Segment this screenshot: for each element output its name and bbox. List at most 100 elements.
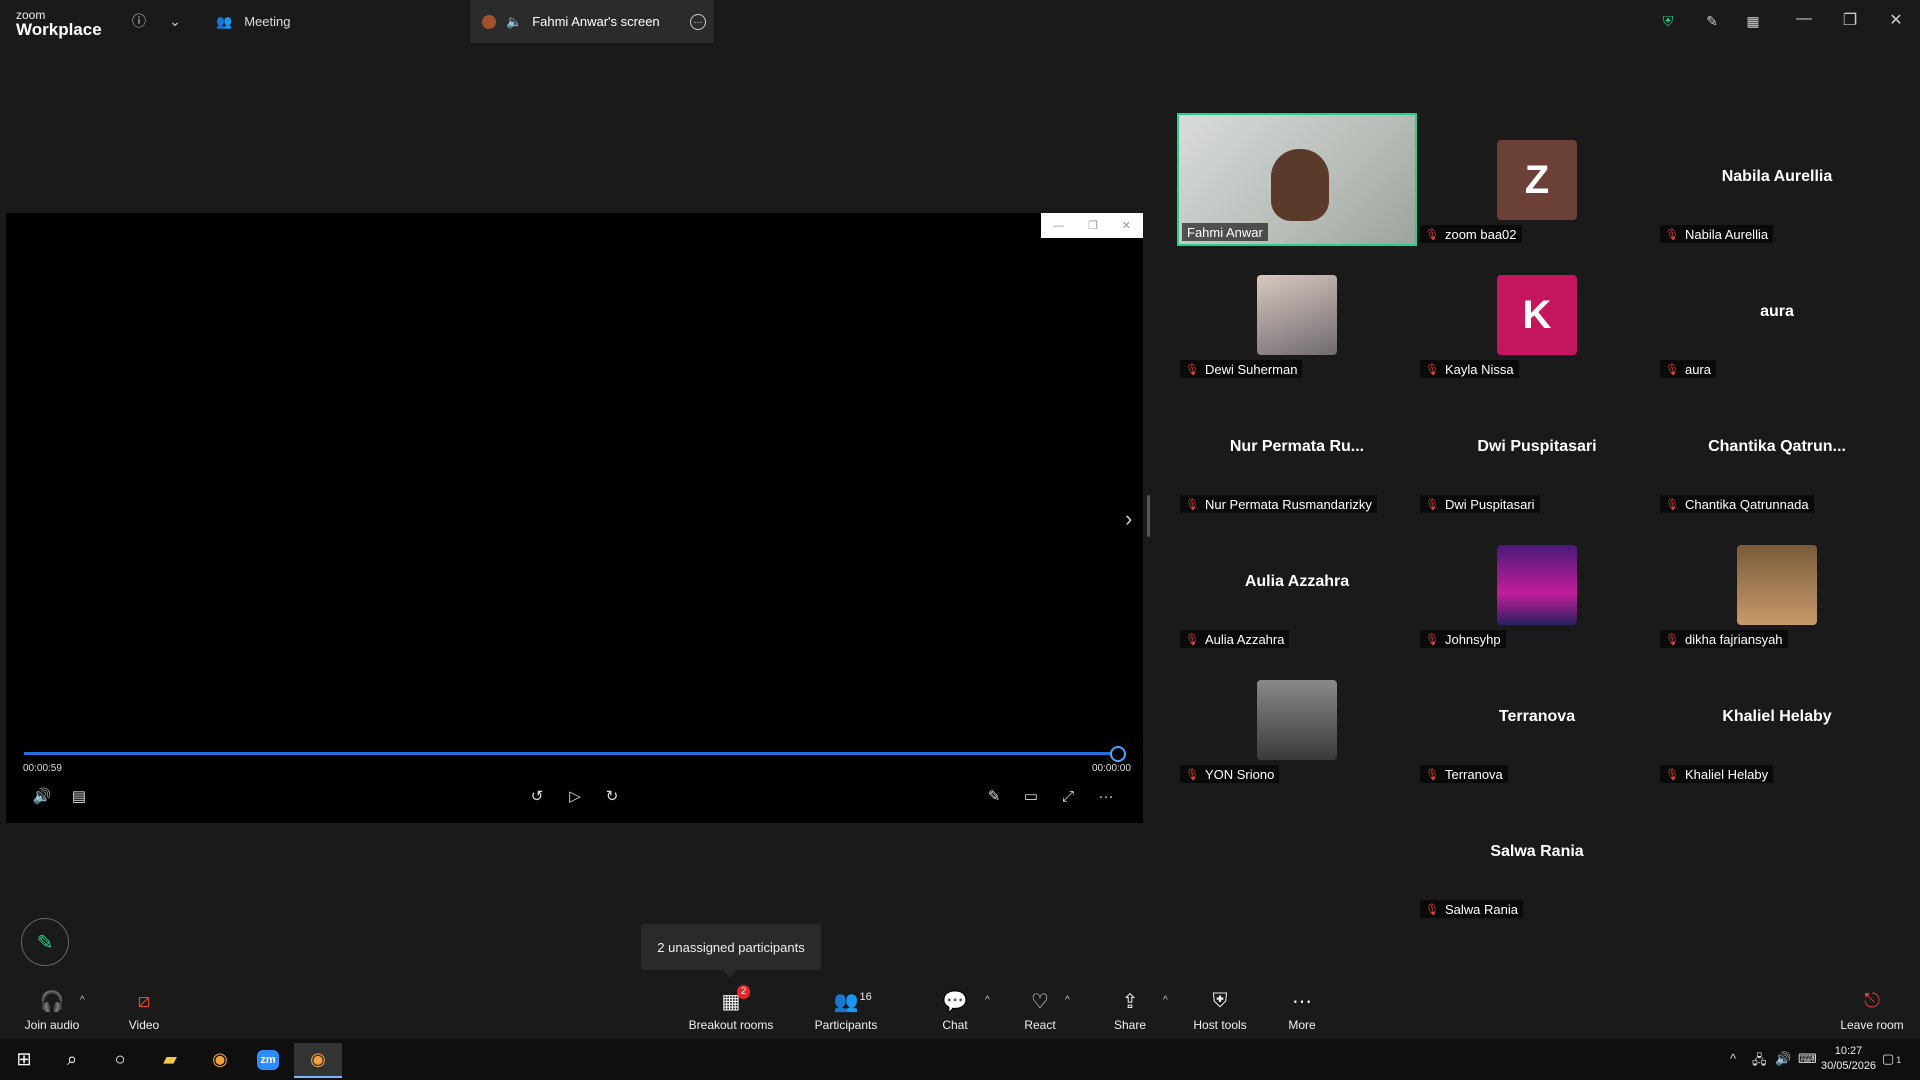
participant-tile[interactable]: Salwa Rania 🎙 Salwa Rania	[1417, 788, 1657, 921]
share-options-chevron-icon[interactable]: ^	[1163, 995, 1168, 1006]
breakout-rooms-button[interactable]: ▦ 2 Breakout rooms	[688, 981, 774, 1039]
chrome-icon[interactable]: ◉	[196, 1043, 244, 1076]
participants-button[interactable]: 👥 16 Participants	[814, 981, 878, 1039]
react-options-chevron-icon[interactable]: ^	[1065, 995, 1070, 1006]
join-audio-button[interactable]: 🎧 Join audio	[22, 981, 82, 1039]
breakout-rooms-badge: 2	[736, 984, 751, 999]
participant-name: aura	[1684, 361, 1711, 377]
participant-tile[interactable]: Aulia Azzahra 🎙 Aulia Azzahra	[1177, 518, 1417, 651]
zoom-taskbar-icon[interactable]: zm	[244, 1043, 292, 1076]
participant-tile[interactable]: 🎙 dikha fajriansyah	[1657, 518, 1897, 651]
host-tools-shield-icon: ⛨	[1212, 990, 1228, 1012]
meeting-toolbar: 🎧 Join audio ^ ⧄ Video ▦ 2 Breakout rooms…	[0, 981, 1920, 1039]
leave-room-button[interactable]: ⎋ Leave room	[1840, 981, 1904, 1039]
shared-close-icon: ✕	[1121, 220, 1132, 232]
participant-name: Kayla Nissa	[1444, 361, 1514, 377]
minimize-icon[interactable]: —	[1792, 10, 1816, 28]
task-view-icon[interactable]: ○	[96, 1043, 144, 1076]
join-audio-label: Join audio	[24, 1017, 80, 1032]
participant-tile[interactable]: K 🎙 Kayla Nissa	[1417, 248, 1657, 381]
mic-muted-icon: 🎙	[1185, 363, 1199, 376]
restore-icon[interactable]: ❐	[1838, 10, 1862, 30]
security-shield-icon[interactable]: ⛨	[1659, 12, 1677, 30]
mic-muted-icon: 🎙	[1425, 498, 1439, 511]
participant-name: Nabila Aurellia	[1684, 226, 1769, 242]
windows-start-icon[interactable]: ⊞	[0, 1043, 48, 1076]
player-more-icon[interactable]: ···	[1094, 784, 1118, 808]
participant-display-name: Chantika Qatrun...	[1708, 438, 1846, 455]
chevron-right-icon[interactable]: ›	[1125, 506, 1132, 532]
participant-tile[interactable]: 🎙 YON Sriono	[1177, 653, 1417, 786]
chrome-active-icon[interactable]: ◉	[294, 1043, 342, 1078]
tray-chevron-up-icon[interactable]: ^	[1730, 1051, 1736, 1066]
file-explorer-icon[interactable]: ▰	[146, 1043, 194, 1076]
video-progress-bar[interactable]	[24, 752, 1118, 755]
presenter-avatar-icon	[482, 14, 496, 29]
picture-in-picture-icon[interactable]: ▭	[1019, 784, 1043, 808]
participant-tile[interactable]: Nabila Aurellia 🎙 Nabila Aurellia	[1657, 113, 1897, 246]
volume-icon[interactable]: 🔊	[30, 784, 54, 808]
edit-icon[interactable]: ✎	[982, 784, 1006, 808]
network-icon[interactable]: 🖧	[1752, 1051, 1767, 1073]
tab-shared-screen[interactable]: 🔈 Fahmi Anwar's screen ···	[470, 0, 714, 43]
participant-tile[interactable]: Chantika Qatrun... 🎙 Chantika Qatrunnada	[1657, 383, 1897, 516]
chat-icon: 💬	[942, 991, 968, 1013]
annotate-pen-icon[interactable]: ✎	[1703, 12, 1721, 30]
breakout-rooms-label: Breakout rooms	[688, 1017, 774, 1032]
participant-tile[interactable]: Terranova 🎙 Terranova	[1417, 653, 1657, 786]
host-tools-button[interactable]: ⛨ Host tools	[1190, 981, 1250, 1039]
participant-tile[interactable]: Fahmi Anwar	[1177, 113, 1417, 246]
participant-name-label: 🎙 Dewi Suherman	[1180, 360, 1303, 378]
shared-minimize-icon: —	[1052, 219, 1064, 232]
unassigned-participants-tooltip[interactable]: 2 unassigned participants	[641, 924, 821, 977]
chevron-down-icon[interactable]: ⌄	[166, 12, 184, 30]
mic-muted-icon: 🎙	[1425, 903, 1439, 916]
participant-tile[interactable]: 🎙 Dewi Suherman	[1177, 248, 1417, 381]
keyboard-icon[interactable]: ⌨	[1798, 1051, 1817, 1067]
panel-resize-handle[interactable]	[1147, 495, 1150, 537]
participant-tile[interactable]: aura 🎙 aura	[1657, 248, 1897, 381]
participant-name: Chantika Qatrunnada	[1684, 496, 1809, 512]
fullscreen-icon[interactable]: ⤢	[1056, 784, 1080, 808]
system-clock[interactable]: 10:27 30/05/2026	[1821, 1044, 1876, 1074]
notifications-icon[interactable]: ▢ 1	[1882, 1051, 1901, 1067]
close-icon[interactable]: ✕	[1884, 10, 1908, 30]
participant-display-name: aura	[1760, 303, 1794, 320]
share-button[interactable]: ⇪ Share	[1114, 981, 1146, 1039]
video-progress-knob[interactable]	[1110, 746, 1126, 762]
tab-meeting[interactable]: 👥 Meeting	[216, 0, 290, 43]
participant-display-name: Terranova	[1498, 708, 1576, 725]
volume-tray-icon[interactable]: 🔊	[1775, 1051, 1791, 1067]
video-button[interactable]: ⧄ Video	[124, 981, 164, 1039]
shared-screen-view[interactable]	[6, 213, 1143, 823]
participants-count: 16	[859, 990, 872, 1003]
audio-options-chevron-icon[interactable]: ^	[80, 995, 85, 1006]
more-options-icon[interactable]: ···	[690, 13, 706, 30]
search-icon[interactable]: ⌕	[48, 1043, 96, 1076]
react-button[interactable]: ♡ React	[1024, 981, 1056, 1039]
participant-name: Dwi Puspitasari	[1444, 496, 1535, 512]
chat-options-chevron-icon[interactable]: ^	[985, 995, 990, 1006]
participant-name-label: Fahmi Anwar	[1182, 223, 1268, 241]
participant-video	[1271, 149, 1329, 221]
play-icon[interactable]: ▷	[563, 784, 587, 808]
view-layout-icon[interactable]: ▦	[1744, 12, 1762, 30]
zoom-app-icon: zm	[257, 1049, 279, 1070]
remaining-time: 00:00:00	[1092, 763, 1131, 774]
elapsed-time: 00:00:59	[23, 763, 62, 774]
info-icon[interactable]: ⓘ	[130, 12, 148, 30]
participant-name: Salwa Rania	[1444, 901, 1518, 917]
participant-tile[interactable]: 🎙 Johnsyhp	[1417, 518, 1657, 651]
react-heart-icon: ♡	[1031, 991, 1049, 1013]
participant-tile[interactable]: Dwi Puspitasari 🎙 Dwi Puspitasari	[1417, 383, 1657, 516]
captions-icon[interactable]: ▤	[67, 784, 91, 808]
participant-tile[interactable]: Nur Permata Ru... 🎙 Nur Permata Rusmandari…	[1177, 383, 1417, 516]
chat-button[interactable]: 💬 Chat	[940, 981, 970, 1039]
participant-tile[interactable]: Khaliel Helaby 🎙 Khaliel Helaby	[1657, 653, 1897, 786]
participant-tile[interactable]: Z 🎙 zoom baa02	[1417, 113, 1657, 246]
rewind-10-icon[interactable]: ↺	[525, 784, 549, 808]
participant-name-label: 🎙 zoom baa02	[1420, 225, 1522, 243]
forward-30-icon[interactable]: ↻	[600, 784, 624, 808]
annotate-button[interactable]: ✎	[21, 918, 69, 966]
more-button[interactable]: ⋯ More	[1286, 981, 1318, 1039]
